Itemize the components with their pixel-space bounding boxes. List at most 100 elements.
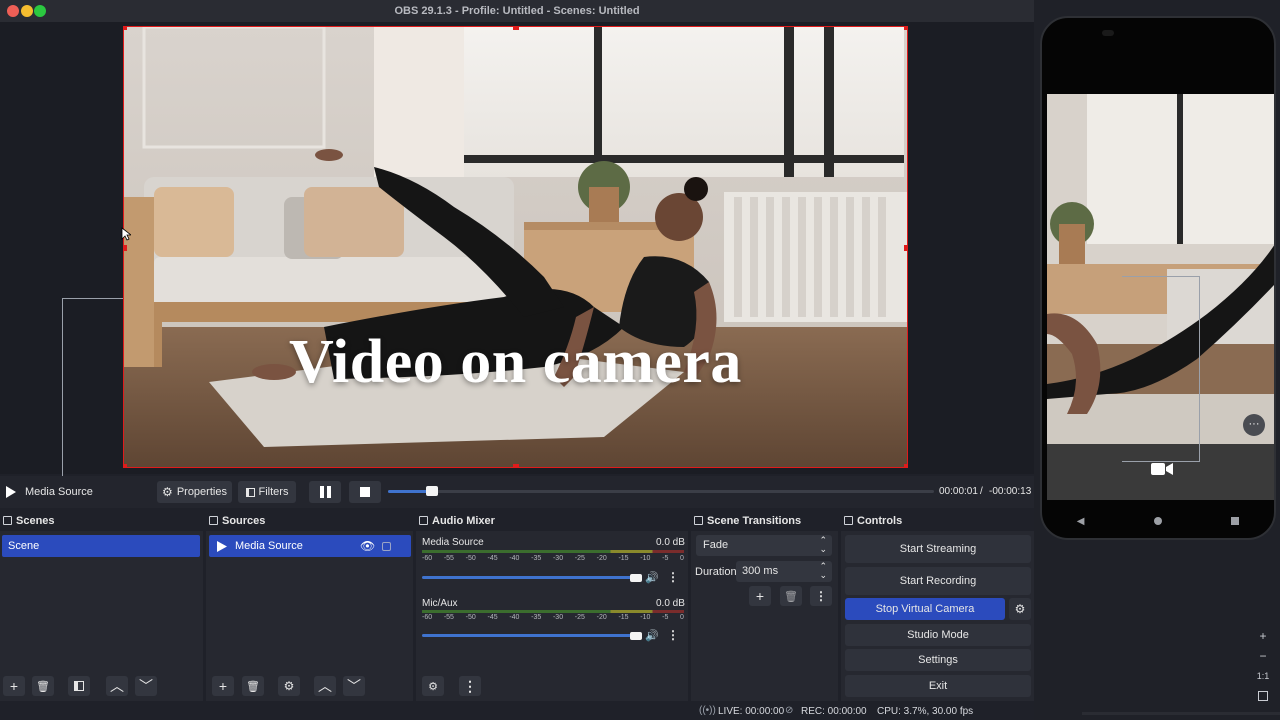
back-icon[interactable]: ◀ — [1077, 516, 1085, 527]
properties-button[interactable]: ⚙ Properties — [157, 481, 232, 503]
volume-slider[interactable] — [422, 576, 634, 579]
phone-video-feed: ··· — [1047, 94, 1274, 500]
mixer-menu-button[interactable]: ⋮ — [459, 676, 481, 696]
sources-dock: Sources Media Source 👁 + 🗑 ⚙ ︿ ﹀ — [206, 511, 413, 701]
source-item[interactable]: Media Source 👁 — [209, 535, 411, 557]
scale-tick: -30 — [552, 555, 564, 562]
phone-area-scrollbar[interactable] — [1082, 712, 1280, 715]
speaker-icon[interactable]: 🔊 — [645, 629, 659, 642]
advanced-audio-button[interactable]: ⚙ — [422, 676, 444, 696]
transition-menu-button[interactable]: ⋮ — [810, 586, 832, 606]
scale-tick: -5 — [662, 555, 669, 562]
virtual-camera-settings-button[interactable]: ⚙ — [1009, 598, 1031, 620]
transition-select[interactable]: Fade ⌃ ⌄ — [696, 535, 832, 556]
transition-value: Fade — [703, 539, 729, 551]
scene-item[interactable]: Scene — [2, 535, 200, 557]
seek-slider[interactable] — [388, 486, 934, 496]
resize-handle[interactable] — [904, 27, 907, 30]
source-properties-button[interactable]: ⚙ — [278, 676, 300, 696]
add-scene-button[interactable]: + — [3, 676, 25, 696]
stop-button[interactable] — [349, 481, 381, 503]
remove-scene-button[interactable]: 🗑 — [32, 676, 54, 696]
scene-filters-button[interactable] — [68, 676, 90, 696]
scenes-dock: Scenes Scene + 🗑 ︿ ﹀ — [0, 511, 203, 701]
fit-screen-button[interactable] — [1254, 687, 1272, 705]
scene-transitions-title: Scene Transitions — [707, 515, 802, 527]
media-source-frame[interactable]: Video on camera — [123, 26, 908, 468]
duration-spinbox[interactable]: 300 ms ⌃ ⌄ — [736, 561, 832, 582]
video-camera-icon[interactable] — [1151, 462, 1173, 475]
add-source-button[interactable]: + — [212, 676, 234, 696]
preview-guide-rect — [62, 298, 124, 484]
scene-transitions-dock: Scene Transitions Fade ⌃ ⌄ Duration 300 m… — [691, 511, 838, 701]
scenes-title: Scenes — [16, 515, 55, 527]
window-title: OBS 29.1.3 - Profile: Untitled - Scenes:… — [394, 5, 640, 17]
filter-icon — [74, 681, 84, 691]
settings-button[interactable]: Settings — [845, 649, 1031, 671]
home-icon[interactable] — [1153, 517, 1162, 525]
program-preview[interactable]: Video on camera — [0, 22, 1034, 484]
lock-icon[interactable] — [382, 542, 391, 551]
mixer-channel-name: Media Source — [422, 537, 484, 548]
trash-icon: 🗑 — [784, 590, 798, 603]
audio-mixer-title: Audio Mixer — [432, 515, 495, 527]
obs-window: OBS 29.1.3 - Profile: Untitled - Scenes:… — [0, 0, 1034, 720]
start-recording-label: Start Recording — [899, 575, 977, 587]
resize-handle[interactable] — [904, 464, 907, 467]
scale-tick: -55 — [443, 614, 454, 621]
volume-slider-handle[interactable] — [630, 574, 642, 582]
close-window-button[interactable] — [7, 5, 19, 17]
phone-frame: ··· ◀ — [1040, 16, 1276, 540]
exit-button[interactable]: Exit — [845, 675, 1031, 697]
speaker-icon[interactable]: 🔊 — [645, 571, 659, 584]
gears-icon: ⚙ — [428, 680, 438, 693]
stop-virtual-camera-button[interactable]: Stop Virtual Camera — [845, 598, 1005, 620]
add-transition-button[interactable]: + — [749, 586, 771, 606]
resize-handle[interactable] — [513, 464, 519, 467]
remove-source-button[interactable]: 🗑 — [242, 676, 264, 696]
resize-handle[interactable] — [124, 464, 127, 467]
start-recording-button[interactable]: Start Recording — [845, 567, 1031, 595]
dock-icon — [844, 516, 853, 525]
volume-slider-handle[interactable] — [630, 632, 642, 640]
spin-arrows-icon[interactable]: ⌃ ⌄ — [819, 562, 827, 580]
more-options-icon[interactable]: ⋮ — [667, 628, 679, 642]
scale-tick: -45 — [487, 614, 498, 621]
duration-value: 300 ms — [742, 565, 779, 577]
actual-size-button[interactable]: 1:1 — [1254, 667, 1272, 685]
remove-transition-button[interactable]: 🗑 — [780, 586, 802, 606]
scale-tick: -35 — [531, 555, 542, 562]
zoom-out-button[interactable]: − — [1254, 647, 1272, 665]
move-source-up-button[interactable]: ︿ — [314, 676, 336, 696]
maximize-window-button[interactable] — [34, 5, 46, 17]
recents-icon[interactable] — [1231, 517, 1240, 525]
resize-handle[interactable] — [904, 245, 907, 251]
zoom-in-button[interactable]: + — [1254, 627, 1272, 645]
move-scene-down-button[interactable]: ﹀ — [135, 676, 157, 696]
time-current: 00:00:01 — [939, 486, 978, 497]
volume-slider[interactable] — [422, 634, 634, 637]
minimize-window-button[interactable] — [21, 5, 33, 17]
resize-handle[interactable] — [513, 27, 519, 30]
filters-button[interactable]: Filters — [238, 481, 296, 503]
record-icon: ⊘ — [785, 705, 794, 716]
studio-mode-button[interactable]: Studio Mode — [845, 624, 1031, 646]
sources-title: Sources — [222, 515, 266, 527]
resize-handle[interactable] — [124, 27, 127, 30]
time-separator: / — [980, 486, 983, 497]
more-options-icon[interactable]: ··· — [1243, 414, 1265, 436]
dock-icon — [209, 516, 218, 525]
move-scene-up-button[interactable]: ︿ — [106, 676, 128, 696]
seek-handle[interactable] — [425, 486, 438, 496]
dock-icon — [3, 516, 12, 525]
live-time: LIVE: 00:00:00 — [718, 706, 785, 717]
move-source-down-button[interactable]: ﹀ — [343, 676, 365, 696]
pause-button[interactable] — [309, 481, 341, 503]
scene-item-label: Scene — [8, 540, 40, 552]
resize-handle[interactable] — [124, 245, 127, 251]
gear-icon: ⚙ — [162, 485, 173, 499]
eye-icon[interactable]: 👁 — [360, 539, 375, 553]
play-icon[interactable] — [6, 486, 16, 498]
start-streaming-button[interactable]: Start Streaming — [845, 535, 1031, 563]
more-options-icon[interactable]: ⋮ — [667, 570, 679, 584]
